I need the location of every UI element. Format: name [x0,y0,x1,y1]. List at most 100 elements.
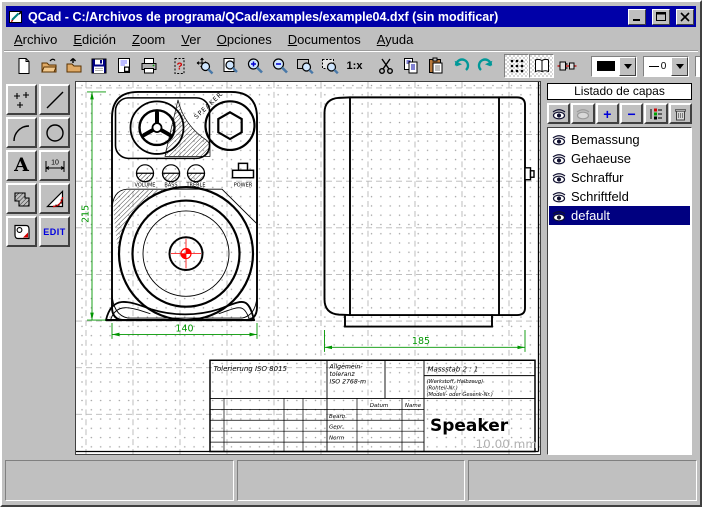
save-file-button[interactable] [86,54,111,78]
tb-row-norm: Norm [329,436,344,442]
layer-item-schriftfeld[interactable]: Schriftfeld [549,187,690,206]
paste-button[interactable] [423,54,448,78]
main-area: A 10 [4,81,698,455]
minimize-icon [632,12,642,22]
hatch-tool-button[interactable] [6,183,37,214]
bass-label: BASS [164,183,177,189]
point-tool-button[interactable] [6,84,37,115]
layer-name: Gehaeuse [571,151,631,166]
menu-archivo[interactable]: Archivo [6,30,65,49]
edit-mode-button[interactable]: EDIT [39,216,70,247]
cut-button[interactable] [373,54,398,78]
eye-icon [551,191,567,203]
grid-dots-icon [508,57,526,75]
line-width-combo-arrow[interactable] [671,57,688,76]
views-toggle-button[interactable] [529,54,554,78]
tool-palette: A 10 [4,81,75,455]
tb-blank-no: (Rohteil-Nr.) [427,386,458,392]
window-title: QCad - C:/Archivos de programa/QCad/exam… [28,10,622,24]
layer-item-schraffur[interactable]: Schraffur [549,168,690,187]
menu-zoom[interactable]: Zoom [124,30,173,49]
line-tool-button[interactable] [39,84,70,115]
copy-icon [402,57,420,75]
open-file-button[interactable] [36,54,61,78]
print-button[interactable] [136,54,161,78]
color-combo-arrow[interactable] [619,57,636,76]
layer-name: Bemassung [571,132,640,147]
menu-opciones[interactable]: Opciones [209,30,280,49]
tb-part-name: Speaker [430,415,509,435]
menu-edicion[interactable]: Edición [65,30,124,49]
layer-panel: Listado de capas + − [541,81,698,455]
layer-attributes-button[interactable] [644,103,667,124]
tb-row-gepr: Gepr. [329,425,344,431]
line-type-combo[interactable] [695,56,702,77]
menu-bar: Archivo Edición Zoom Ver Opciones Docume… [6,29,696,49]
zoom-pan-button[interactable] [192,54,217,78]
menu-ver[interactable]: Ver [173,30,209,49]
copy-button[interactable] [398,54,423,78]
new-file-button[interactable] [11,54,36,78]
measure-tool-icon [44,188,66,210]
drawing-canvas[interactable]: SPEAKER VOLUME BASS TREBLE POWER [75,81,541,455]
current-color-swatch [597,61,615,71]
tb-general-tolerance-1: Allgemein- [328,364,362,371]
layer-item-bemassung[interactable]: Bemassung [549,130,690,149]
redo-button[interactable] [473,54,498,78]
import-file-button[interactable] [61,54,86,78]
layer-item-default[interactable]: default [549,206,690,225]
tb-model-no: (Modell- oder Gesenk-Nr.) [427,392,493,398]
save-floppy-icon [90,57,108,75]
zoom-page-button[interactable] [217,54,242,78]
title-bar[interactable]: QCad - C:/Archivos de programa/QCad/exam… [6,6,696,27]
status-bar [4,457,698,503]
remove-layer-button[interactable]: − [620,103,643,124]
cad-drawing: SPEAKER VOLUME BASS TREBLE POWER [76,82,540,454]
tag-tool-button[interactable] [6,216,37,247]
delete-layer-button[interactable] [669,103,692,124]
measure-tool-button[interactable] [39,183,70,214]
minus-icon: − [628,106,636,122]
hide-layer-button[interactable] [571,103,594,124]
tb-col-date: Datum [370,403,389,409]
layer-item-gehaeuse[interactable]: Gehaeuse [549,149,690,168]
redo-icon [476,57,496,75]
show-layer-button[interactable] [547,103,570,124]
circle-tool-icon [44,122,66,144]
maximize-button[interactable] [652,9,670,25]
plug-connection-icon [557,57,577,75]
minimize-button[interactable] [628,9,646,25]
tb-col-name: Name [405,403,422,409]
tb-material: (Werkstoff, Halbzeug) [427,379,484,385]
qcad-window: QCad - C:/Archivos de programa/QCad/exam… [0,0,702,507]
menu-ayuda[interactable]: Ayuda [369,30,422,49]
text-tool-button[interactable]: A [6,150,37,181]
grid-toggle-button[interactable] [504,54,529,78]
tb-tolerance: Tolerierung ISO 8015 [214,365,288,373]
print-preview-button[interactable] [111,54,136,78]
layer-name: default [571,208,610,223]
dimension-tool-button[interactable]: 10 [39,150,70,181]
eye-icon [551,210,567,222]
add-layer-button[interactable]: + [596,103,619,124]
zoom-auto-icon [321,57,339,75]
zoom-scale-button[interactable]: 1:x [342,54,367,78]
line-width-combo[interactable]: 0 [643,56,689,77]
menu-documentos[interactable]: Documentos [280,30,369,49]
tb-general-tolerance-3: ISO 2768-m [330,379,367,386]
paste-icon [427,57,445,75]
snap-connection-button[interactable] [554,54,579,78]
eye-closed-icon [575,108,591,120]
redraw-button[interactable]: ? [167,54,192,78]
printer-icon [140,57,158,75]
svg-text:10: 10 [51,159,59,166]
close-button[interactable] [676,9,694,25]
zoom-in-button[interactable] [242,54,267,78]
undo-button[interactable] [448,54,473,78]
arc-tool-button[interactable] [6,117,37,148]
color-combo[interactable] [591,56,637,77]
zoom-auto-button[interactable] [317,54,342,78]
zoom-window-button[interactable] [292,54,317,78]
circle-tool-button[interactable] [39,117,70,148]
zoom-out-button[interactable] [267,54,292,78]
